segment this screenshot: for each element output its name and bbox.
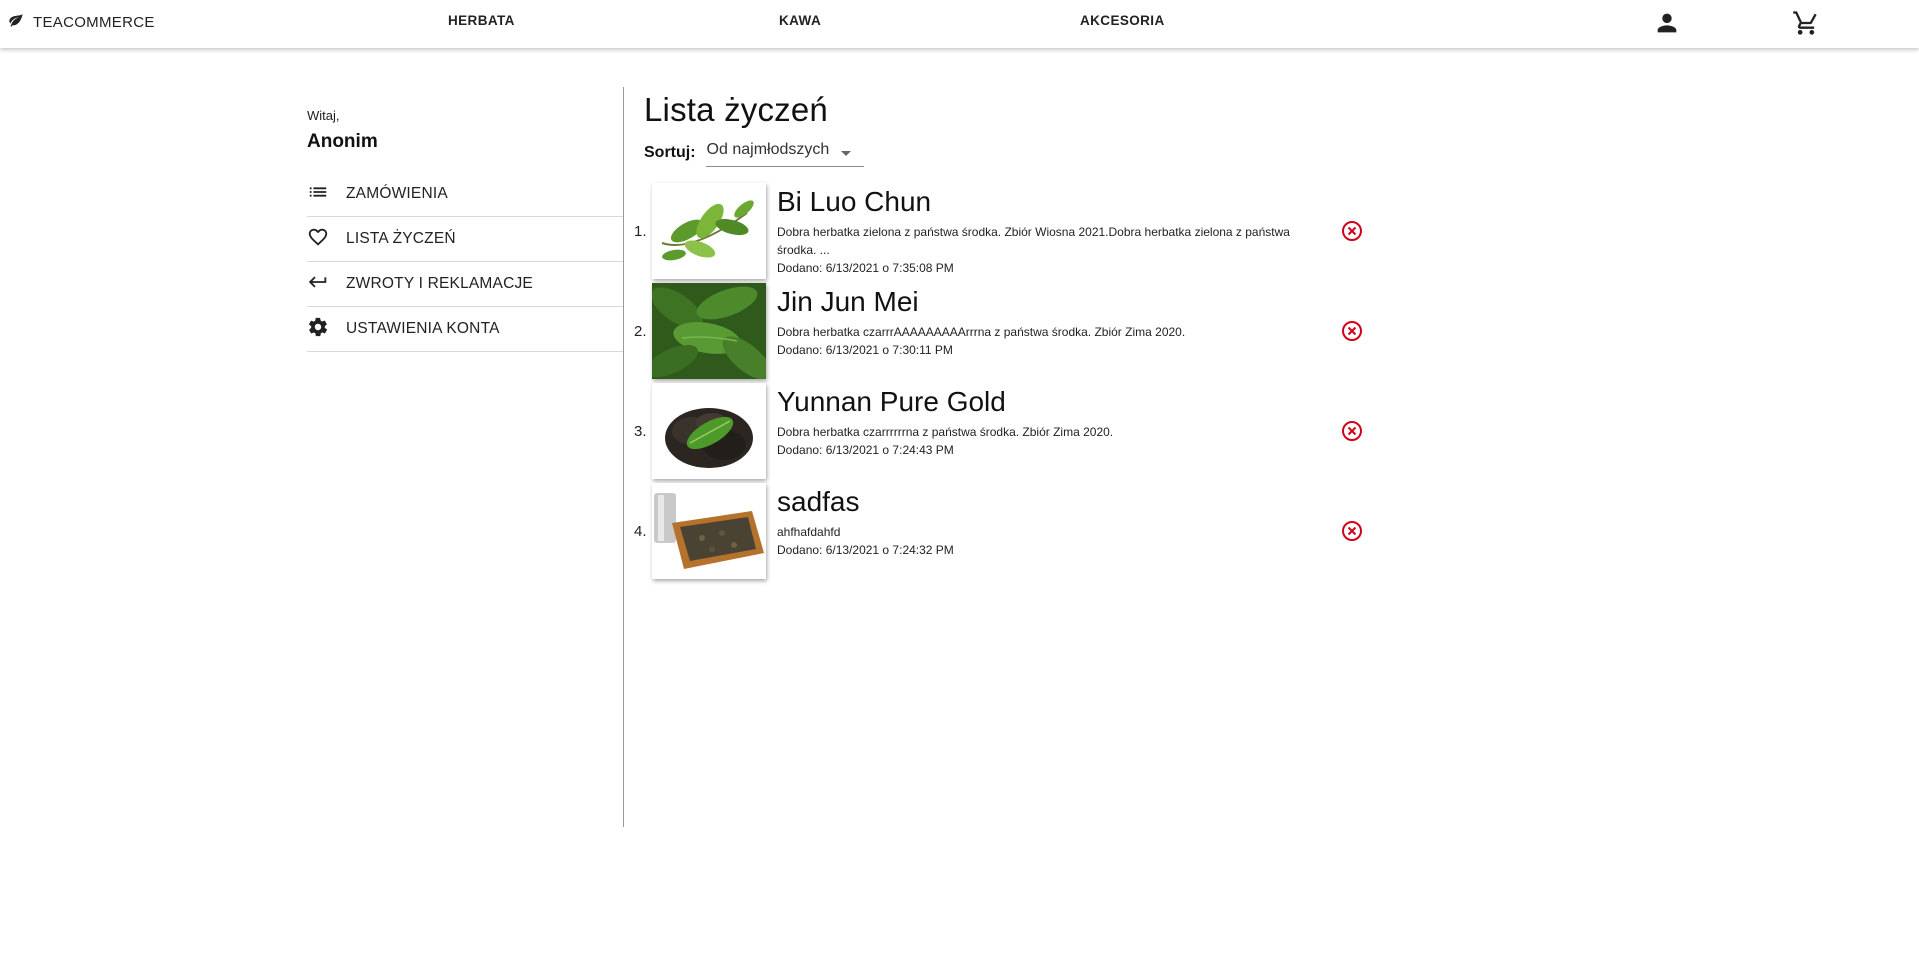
list-icon	[307, 181, 346, 208]
item-description: ahfhafdahfd	[777, 525, 841, 539]
item-name[interactable]: sadfas	[777, 486, 1317, 518]
account-sidebar: Witaj, Anonim ZAMÓWIENIA LISTA ŻYCZEŃ ZW…	[307, 87, 624, 827]
item-added-date: Dodano: 6/13/2021 o 7:24:43 PM	[777, 443, 954, 457]
wishlist-item: 3. Yunnan Pure Gold Dobra herbatka czarr…	[634, 382, 1404, 482]
heart-icon	[307, 226, 346, 253]
item-description: Dobra herbatka czarrrrrrna z państwa śro…	[777, 425, 1114, 439]
item-name[interactable]: Jin Jun Mei	[777, 286, 1317, 318]
tea-leaves-image[interactable]	[652, 283, 766, 379]
menu-label: ZWROTY I REKLAMACJE	[346, 275, 533, 292]
remove-circle-icon[interactable]	[1340, 519, 1364, 543]
item-number: 4.	[634, 523, 647, 540]
menu-label: LISTA ŻYCZEŃ	[346, 230, 456, 247]
wishlist-items: 1. Bi Luo Chun Dobra herbatka zielona z …	[634, 182, 1404, 582]
menu-item-returns[interactable]: ZWROTY I REKLAMACJE	[307, 262, 623, 307]
menu-label: ZAMÓWIENIA	[346, 185, 448, 202]
remove-circle-icon[interactable]	[1340, 419, 1364, 443]
item-name[interactable]: Yunnan Pure Gold	[777, 386, 1317, 418]
tea-box-image[interactable]	[652, 483, 766, 579]
wishlist-item: 1. Bi Luo Chun Dobra herbatka zielona z …	[634, 182, 1404, 282]
top-bar: TEACOMMERCE HERBATA KAWA AKCESORIA	[0, 0, 1919, 48]
item-number: 1.	[634, 223, 647, 240]
greeting-text: Witaj,	[307, 108, 340, 123]
menu-item-settings[interactable]: USTAWIENIA KONTA	[307, 307, 623, 352]
brand-name: TEACOMMERCE	[33, 14, 155, 31]
sort-label: Sortuj:	[644, 143, 696, 161]
dropdown-arrow-icon	[840, 151, 851, 156]
nav-kawa[interactable]: KAWA	[779, 13, 821, 28]
tea-leaves-image[interactable]	[652, 183, 766, 279]
menu-item-wishlist[interactable]: LISTA ŻYCZEŃ	[307, 217, 623, 262]
wishlist-item: 2. Jin Jun Mei Dobra herbatka czarrrAAAA…	[634, 282, 1404, 382]
user-name: Anonim	[307, 131, 378, 152]
menu-item-orders[interactable]: ZAMÓWIENIA	[307, 172, 623, 217]
nav-herbata[interactable]: HERBATA	[448, 13, 515, 28]
nav-akcesoria[interactable]: AKCESORIA	[1080, 13, 1165, 28]
tea-leaves-image[interactable]	[652, 383, 766, 479]
sort-value: Od najmłodszych	[706, 141, 830, 158]
gear-icon	[307, 316, 346, 343]
menu-label: USTAWIENIA KONTA	[346, 320, 500, 337]
item-description: Dobra herbatka zielona z państwa środka.…	[777, 225, 1290, 257]
remove-circle-icon[interactable]	[1340, 319, 1364, 343]
item-added-date: Dodano: 6/13/2021 o 7:35:08 PM	[777, 261, 954, 275]
wishlist-item: 4. sadfas ahfhafdahfd Dodano: 6/13/2021 …	[634, 482, 1404, 582]
item-description: Dobra herbatka czarrrAAAAAAAAArrrna z pa…	[777, 325, 1186, 339]
cart-icon[interactable]	[1792, 9, 1820, 37]
page-title: Lista życzeń	[644, 91, 828, 128]
leaf-icon	[8, 12, 24, 33]
item-body: Yunnan Pure Gold Dobra herbatka czarrrrr…	[777, 386, 1317, 459]
return-icon	[307, 271, 346, 298]
sort-row: Sortuj: Od najmłodszych	[644, 138, 1404, 167]
wishlist-panel: Lista życzeń Sortuj: Od najmłodszych 1.	[634, 87, 1404, 582]
item-body: sadfas ahfhafdahfd Dodano: 6/13/2021 o 7…	[777, 486, 1317, 559]
item-number: 3.	[634, 423, 647, 440]
item-added-date: Dodano: 6/13/2021 o 7:30:11 PM	[777, 343, 953, 357]
item-body: Jin Jun Mei Dobra herbatka czarrrAAAAAAA…	[777, 286, 1317, 359]
remove-circle-icon[interactable]	[1340, 219, 1364, 243]
account-menu: ZAMÓWIENIA LISTA ŻYCZEŃ ZWROTY I REKLAMA…	[307, 172, 623, 352]
brand-link[interactable]: TEACOMMERCE	[8, 12, 155, 33]
person-icon[interactable]	[1653, 9, 1681, 37]
sort-select[interactable]: Od najmłodszych	[705, 138, 864, 167]
item-name[interactable]: Bi Luo Chun	[777, 186, 1317, 218]
item-number: 2.	[634, 323, 647, 340]
item-added-date: Dodano: 6/13/2021 o 7:24:32 PM	[777, 543, 954, 557]
item-body: Bi Luo Chun Dobra herbatka zielona z pań…	[777, 186, 1317, 277]
